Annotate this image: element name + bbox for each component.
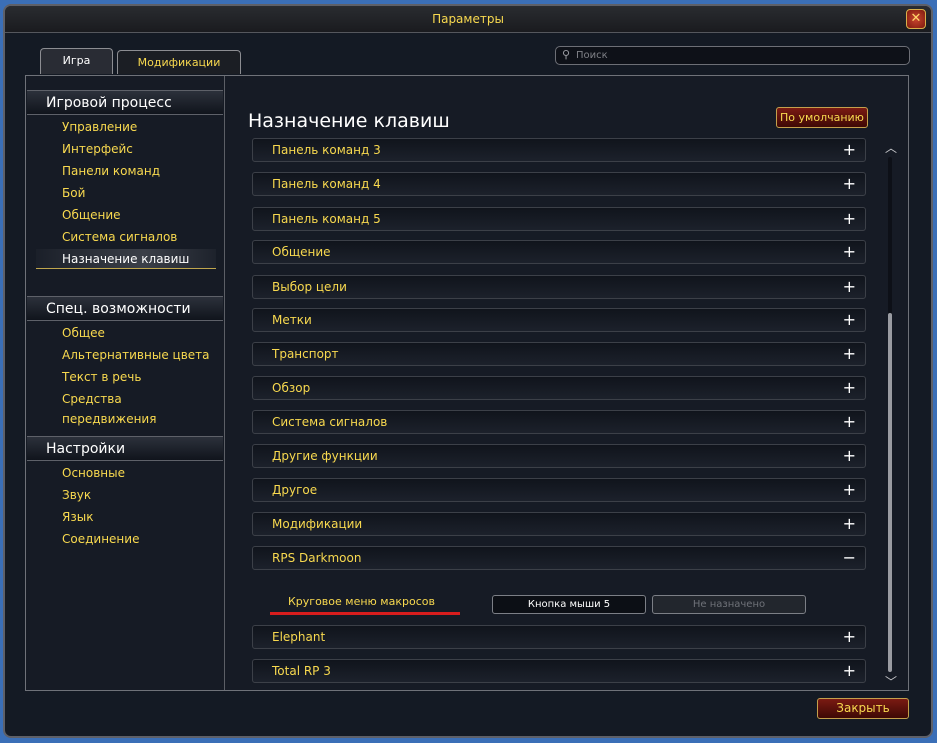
category-label: Система сигналов [272,415,388,429]
primary-binding-button[interactable]: Кнопка мыши 5 [492,595,646,614]
scroll-up-icon[interactable]: ︿ [884,141,898,155]
highlight-underline [270,612,460,615]
title-bar[interactable]: Параметры ✕ [5,6,931,33]
sidebar: Игровой процесс Управление Интерфейс Пан… [26,76,225,690]
sidebar-item-interface[interactable]: Интерфейс [36,139,216,159]
category-row-misc-functions[interactable]: Другие функции + [252,444,866,468]
category-label: Общение [272,245,331,259]
binding-action-label: Круговое меню макросов [288,595,435,608]
window-title: Параметры [432,12,504,26]
expand-plus-icon[interactable]: + [843,513,856,534]
tab-game[interactable]: Игра [40,48,113,74]
scroll-thumb[interactable] [888,313,892,672]
expand-plus-icon[interactable]: + [843,411,856,432]
category-label: Elephant [272,630,326,644]
tab-addons[interactable]: Модификации [117,50,241,74]
sidebar-item-mounts[interactable]: Средства передвижения [36,389,216,426]
collapse-minus-icon[interactable]: − [843,547,856,568]
category-row-targeting[interactable]: Выбор цели + [252,275,866,299]
sidebar-item-general[interactable]: Общее [36,323,216,343]
category-label: Панель команд 4 [272,177,381,191]
settings-window: Параметры ✕ Игра Модификации ⚲ Игровой п… [3,4,933,738]
category-label: Выбор цели [272,280,347,294]
category-label: Другое [272,483,318,497]
category-row-rps-darkmoon[interactable]: RPS Darkmoon − [252,546,866,570]
sidebar-item-language[interactable]: Язык [36,507,216,527]
sidebar-item-action-bars[interactable]: Панели команд [36,161,216,181]
category-label: Другие функции [272,449,378,463]
expand-plus-icon[interactable]: + [843,276,856,297]
expand-plus-icon[interactable]: + [843,173,856,194]
category-row-chat[interactable]: Общение + [252,240,866,264]
expand-plus-icon[interactable]: + [843,445,856,466]
category-label: Модификации [272,517,363,531]
category-row-action-bar-4[interactable]: Панель команд 4 + [252,172,866,196]
scrollbar[interactable]: ︿ ﹀ [884,141,898,689]
expand-plus-icon[interactable]: + [843,660,856,681]
category-label: Панель команд 5 [272,212,381,226]
category-label: Панель команд 3 [272,143,381,157]
search-box[interactable]: ⚲ [555,46,910,65]
expand-plus-icon[interactable]: + [843,377,856,398]
secondary-binding-button[interactable]: Не назначено [652,595,806,614]
sidebar-section-system[interactable]: Настройки [27,436,223,461]
sidebar-item-graphics[interactable]: Основные [36,463,216,483]
close-button[interactable]: Закрыть [817,698,909,719]
category-label: Total RP 3 [272,664,331,678]
search-icon: ⚲ [562,48,571,61]
sidebar-item-social[interactable]: Общение [36,205,216,225]
sidebar-item-colorblind[interactable]: Альтернативные цвета [36,345,216,365]
category-row-vehicle[interactable]: Транспорт + [252,342,866,366]
sidebar-item-combat[interactable]: Бой [36,183,216,203]
category-row-addons[interactable]: Модификации + [252,512,866,536]
category-label: RPS Darkmoon [272,551,362,565]
category-row-camera[interactable]: Обзор + [252,376,866,400]
category-row-markers[interactable]: Метки + [252,308,866,332]
expand-plus-icon[interactable]: + [843,139,856,160]
expand-plus-icon[interactable]: + [843,626,856,647]
sidebar-section-accessibility[interactable]: Спец. возможности [27,296,223,321]
category-label: Обзор [272,381,311,395]
sidebar-item-audio[interactable]: Звук [36,485,216,505]
category-label: Метки [272,313,312,327]
category-row-action-bar-3[interactable]: Панель команд 3 + [252,138,866,162]
sidebar-item-ping-system[interactable]: Система сигналов [36,227,216,247]
close-icon[interactable]: ✕ [906,9,926,29]
expand-plus-icon[interactable]: + [843,241,856,262]
defaults-button[interactable]: По умолчанию [776,107,868,128]
sidebar-section-gameplay[interactable]: Игровой процесс [27,90,223,115]
scroll-down-icon[interactable]: ﹀ [884,675,898,689]
settings-panel: Игровой процесс Управление Интерфейс Пан… [25,75,909,691]
expand-plus-icon[interactable]: + [843,309,856,330]
category-label: Транспорт [272,347,339,361]
category-row-total-rp-3[interactable]: Total RP 3 + [252,659,866,683]
search-input[interactable] [576,48,896,63]
category-row-ping-system[interactable]: Система сигналов + [252,410,866,434]
sidebar-item-controls[interactable]: Управление [36,117,216,137]
sidebar-item-network[interactable]: Соединение [36,529,216,549]
sidebar-item-keybindings[interactable]: Назначение клавиш [36,249,216,269]
category-row-action-bar-5[interactable]: Панель команд 5 + [252,207,866,231]
page-title: Назначение клавиш [248,110,450,132]
expand-plus-icon[interactable]: + [843,479,856,500]
category-row-elephant[interactable]: Elephant + [252,625,866,649]
expand-plus-icon[interactable]: + [843,208,856,229]
sidebar-item-text-to-speech[interactable]: Текст в речь [36,367,216,387]
category-row-other[interactable]: Другое + [252,478,866,502]
expand-plus-icon[interactable]: + [843,343,856,364]
